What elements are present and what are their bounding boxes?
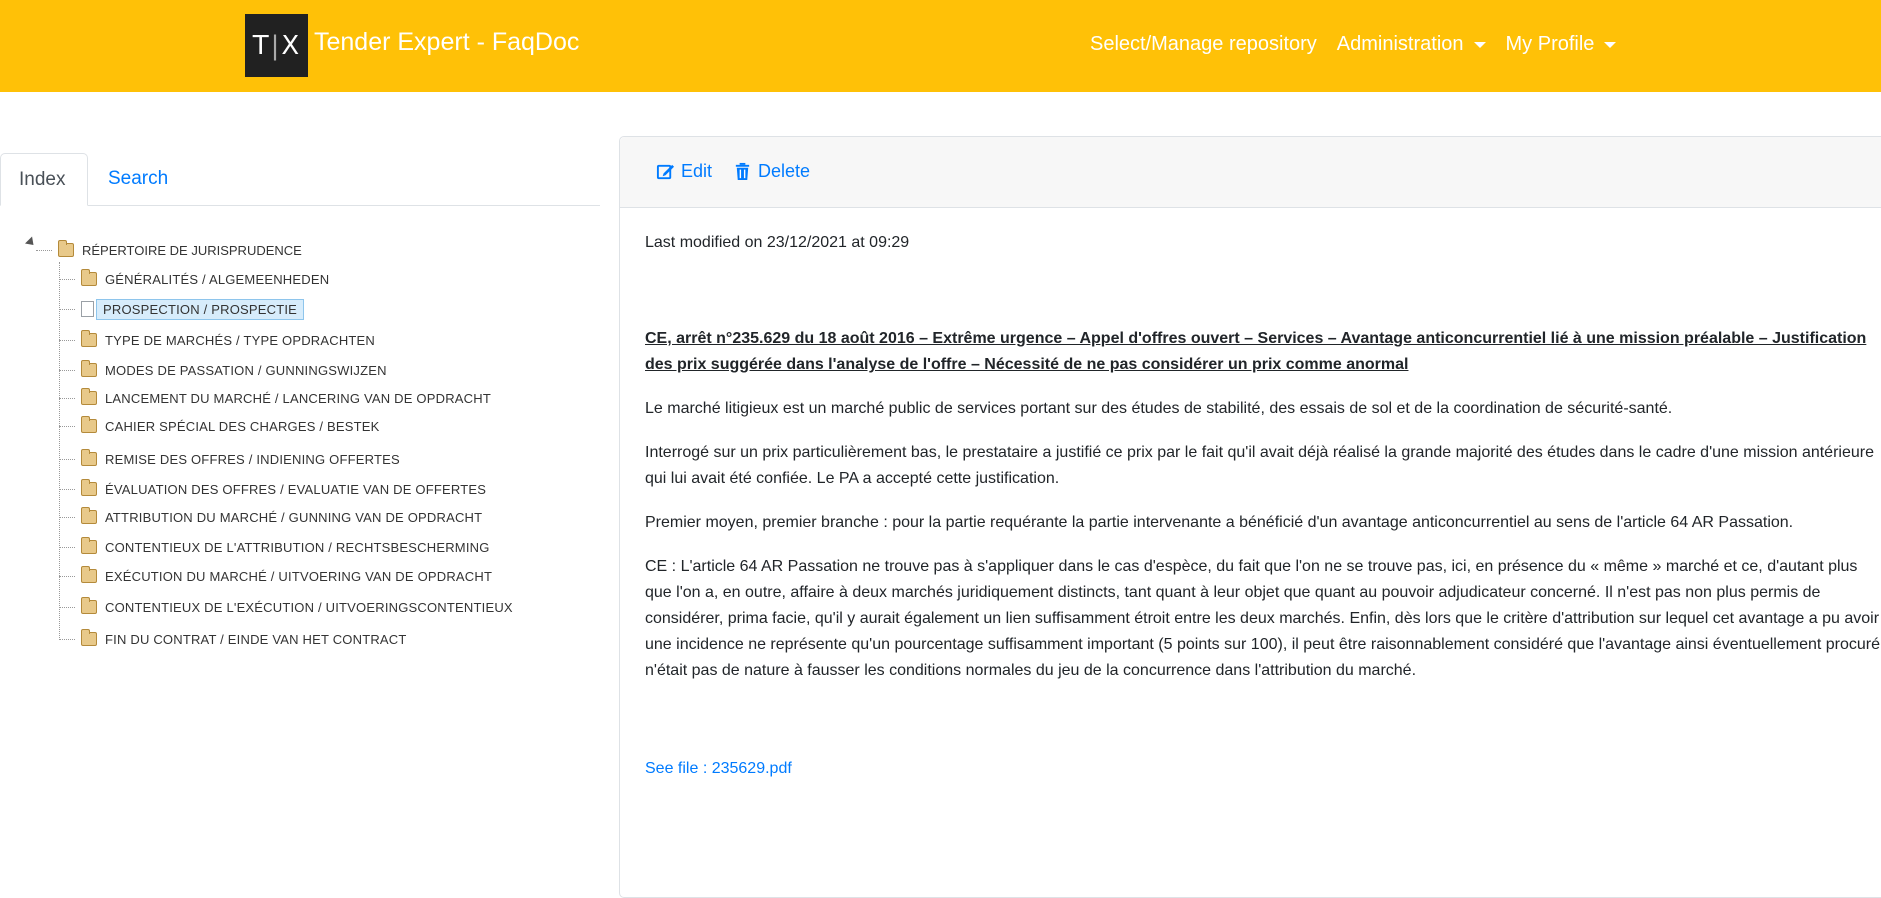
tree-item-label: GÉNÉRALITÉS / ALGEMEENHEDEN [105, 271, 330, 287]
tree-connector [59, 488, 75, 490]
tree-connector [59, 397, 75, 399]
folder-icon [81, 597, 97, 614]
tree-item[interactable]: CONTENTIEUX DE L'ATTRIBUTION / RECHTSBES… [59, 536, 490, 558]
tree-connector [59, 638, 75, 640]
tree-item-label: FIN DU CONTRAT / EINDE VAN HET CONTRACT [105, 631, 407, 647]
tree-connector [59, 278, 75, 280]
folder-icon [81, 360, 97, 377]
tree-item-label: ÉVALUATION DES OFFRES / EVALUATIE VAN DE… [105, 481, 487, 497]
tree-item-label: EXÉCUTION DU MARCHÉ / UITVOERING VAN DE … [105, 568, 493, 584]
tree-item-label: CONTENTIEUX DE L'ATTRIBUTION / RECHTSBES… [105, 539, 490, 555]
tree-item-label: CONTENTIEUX DE L'EXÉCUTION / UITVOERINGS… [105, 599, 513, 615]
folder-icon [81, 537, 97, 554]
tree-item[interactable]: FIN DU CONTRAT / EINDE VAN HET CONTRACT [59, 628, 407, 650]
tree-item-label: TYPE DE MARCHÉS / TYPE OPDRACHTEN [105, 332, 376, 348]
app-brand[interactable]: Tender Expert - FaqDoc [314, 28, 579, 57]
tree-item-label: PROSPECTION / PROSPECTIE [96, 298, 305, 320]
document-paragraph: Interrogé sur un prix particulièrement b… [645, 444, 1874, 487]
tree-connector [59, 575, 75, 577]
tree-item[interactable]: ÉVALUATION DES OFFRES / EVALUATIE VAN DE… [59, 478, 486, 500]
tree-connector [59, 516, 75, 518]
nav-my-profile-dropdown[interactable]: My Profile [1506, 33, 1617, 56]
folder-icon [81, 449, 97, 466]
tree-item[interactable]: REMISE DES OFFRES / INDIENING OFFERTES [59, 448, 400, 470]
delete-button[interactable]: Delete [733, 161, 810, 182]
folder-icon [81, 507, 97, 524]
folder-icon [81, 566, 97, 583]
tree-item[interactable]: TYPE DE MARCHÉS / TYPE OPDRACHTEN [59, 329, 375, 351]
folder-icon [81, 479, 97, 496]
document-content: CE, arrêt n°235.629 du 18 août 2016 – Ex… [645, 326, 1881, 702]
caret-down-icon [1604, 41, 1617, 48]
caret-down-icon [1473, 41, 1486, 48]
tree-item[interactable]: LANCEMENT DU MARCHÉ / LANCERING VAN DE O… [59, 387, 491, 409]
tree-item[interactable]: CONTENTIEUX DE L'EXÉCUTION / UITVOERINGS… [59, 596, 513, 618]
edit-label: Edit [681, 161, 713, 181]
tree-item[interactable]: GÉNÉRALITÉS / ALGEMEENHEDEN [59, 268, 329, 290]
tree-item[interactable]: MODES DE PASSATION / GUNNINGSWIJZEN [59, 359, 387, 381]
tree-item[interactable]: EXÉCUTION DU MARCHÉ / UITVOERING VAN DE … [59, 565, 492, 587]
nav-my-profile-label: My Profile [1505, 33, 1595, 55]
tree-root[interactable]: RÉPERTOIRE DE JURISPRUDENCE [36, 239, 302, 261]
file-icon [81, 301, 94, 317]
panel-header: Edit Delete [620, 137, 1881, 208]
tree-connector [59, 369, 75, 371]
nav-select-repository[interactable]: Select/Manage repository [1090, 33, 1317, 56]
folder-icon [81, 416, 97, 433]
tree-item[interactable]: CAHIER SPÉCIAL DES CHARGES / BESTEK [59, 415, 380, 437]
tab-index[interactable]: Index [0, 153, 88, 206]
tree-connector [59, 546, 75, 548]
document-paragraph: Premier moyen, premier branche : pour la… [645, 514, 1794, 531]
folder-icon [81, 330, 97, 347]
nav-administration-dropdown[interactable]: Administration [1337, 33, 1486, 56]
tree-item-selected[interactable]: PROSPECTION / PROSPECTIE [59, 298, 305, 320]
folder-icon [81, 269, 97, 286]
tree-root-label: RÉPERTOIRE DE JURISPRUDENCE [82, 242, 302, 258]
tree-connector [36, 249, 52, 251]
nav-administration-label: Administration [1336, 33, 1464, 55]
tree-item-label: REMISE DES OFFRES / INDIENING OFFERTES [105, 451, 400, 467]
see-file-link[interactable]: See file : 235629.pdf [645, 760, 792, 778]
tree-connector [59, 339, 75, 341]
tree-connector [59, 606, 75, 608]
tab-search[interactable]: Search [90, 153, 186, 205]
top-navbar: T | X Tender Expert - FaqDoc Select/Manage… [0, 0, 1881, 92]
document-paragraph: CE : L'article 64 AR Passation ne trouve… [645, 558, 1881, 679]
document-title: CE, arrêt n°235.629 du 18 août 2016 – Ex… [645, 330, 1867, 373]
delete-label: Delete [758, 161, 811, 181]
tree-connector [59, 308, 75, 310]
logo-letter-left: T [252, 30, 270, 61]
tree-item-label: ATTRIBUTION DU MARCHÉ / GUNNING VAN DE O… [105, 509, 483, 525]
logo-letter-right: X [281, 30, 301, 61]
tree-item-label: CAHIER SPÉCIAL DES CHARGES / BESTEK [105, 418, 380, 434]
folder-icon [58, 240, 74, 257]
tree-item-label: LANCEMENT DU MARCHÉ / LANCERING VAN DE O… [105, 390, 491, 406]
tree-item-label: MODES DE PASSATION / GUNNINGSWIJZEN [105, 362, 387, 378]
edit-button[interactable]: Edit [656, 161, 712, 182]
app-logo[interactable]: T | X [245, 14, 308, 77]
folder-icon [81, 388, 97, 405]
index-search-tabs: Index Search [0, 153, 600, 206]
document-paragraph: Le marché litigieux est un marché public… [645, 400, 1673, 417]
tree-item[interactable]: ATTRIBUTION DU MARCHÉ / GUNNING VAN DE O… [59, 506, 482, 528]
nav-select-repository-label: Select/Manage repository [1090, 33, 1317, 55]
tree-connector [59, 458, 75, 460]
tree-connector [59, 425, 75, 427]
last-modified-text: Last modified on 23/12/2021 at 09:29 [645, 234, 910, 251]
folder-icon [81, 629, 97, 646]
trash-icon [735, 162, 750, 181]
edit-icon [656, 164, 675, 180]
